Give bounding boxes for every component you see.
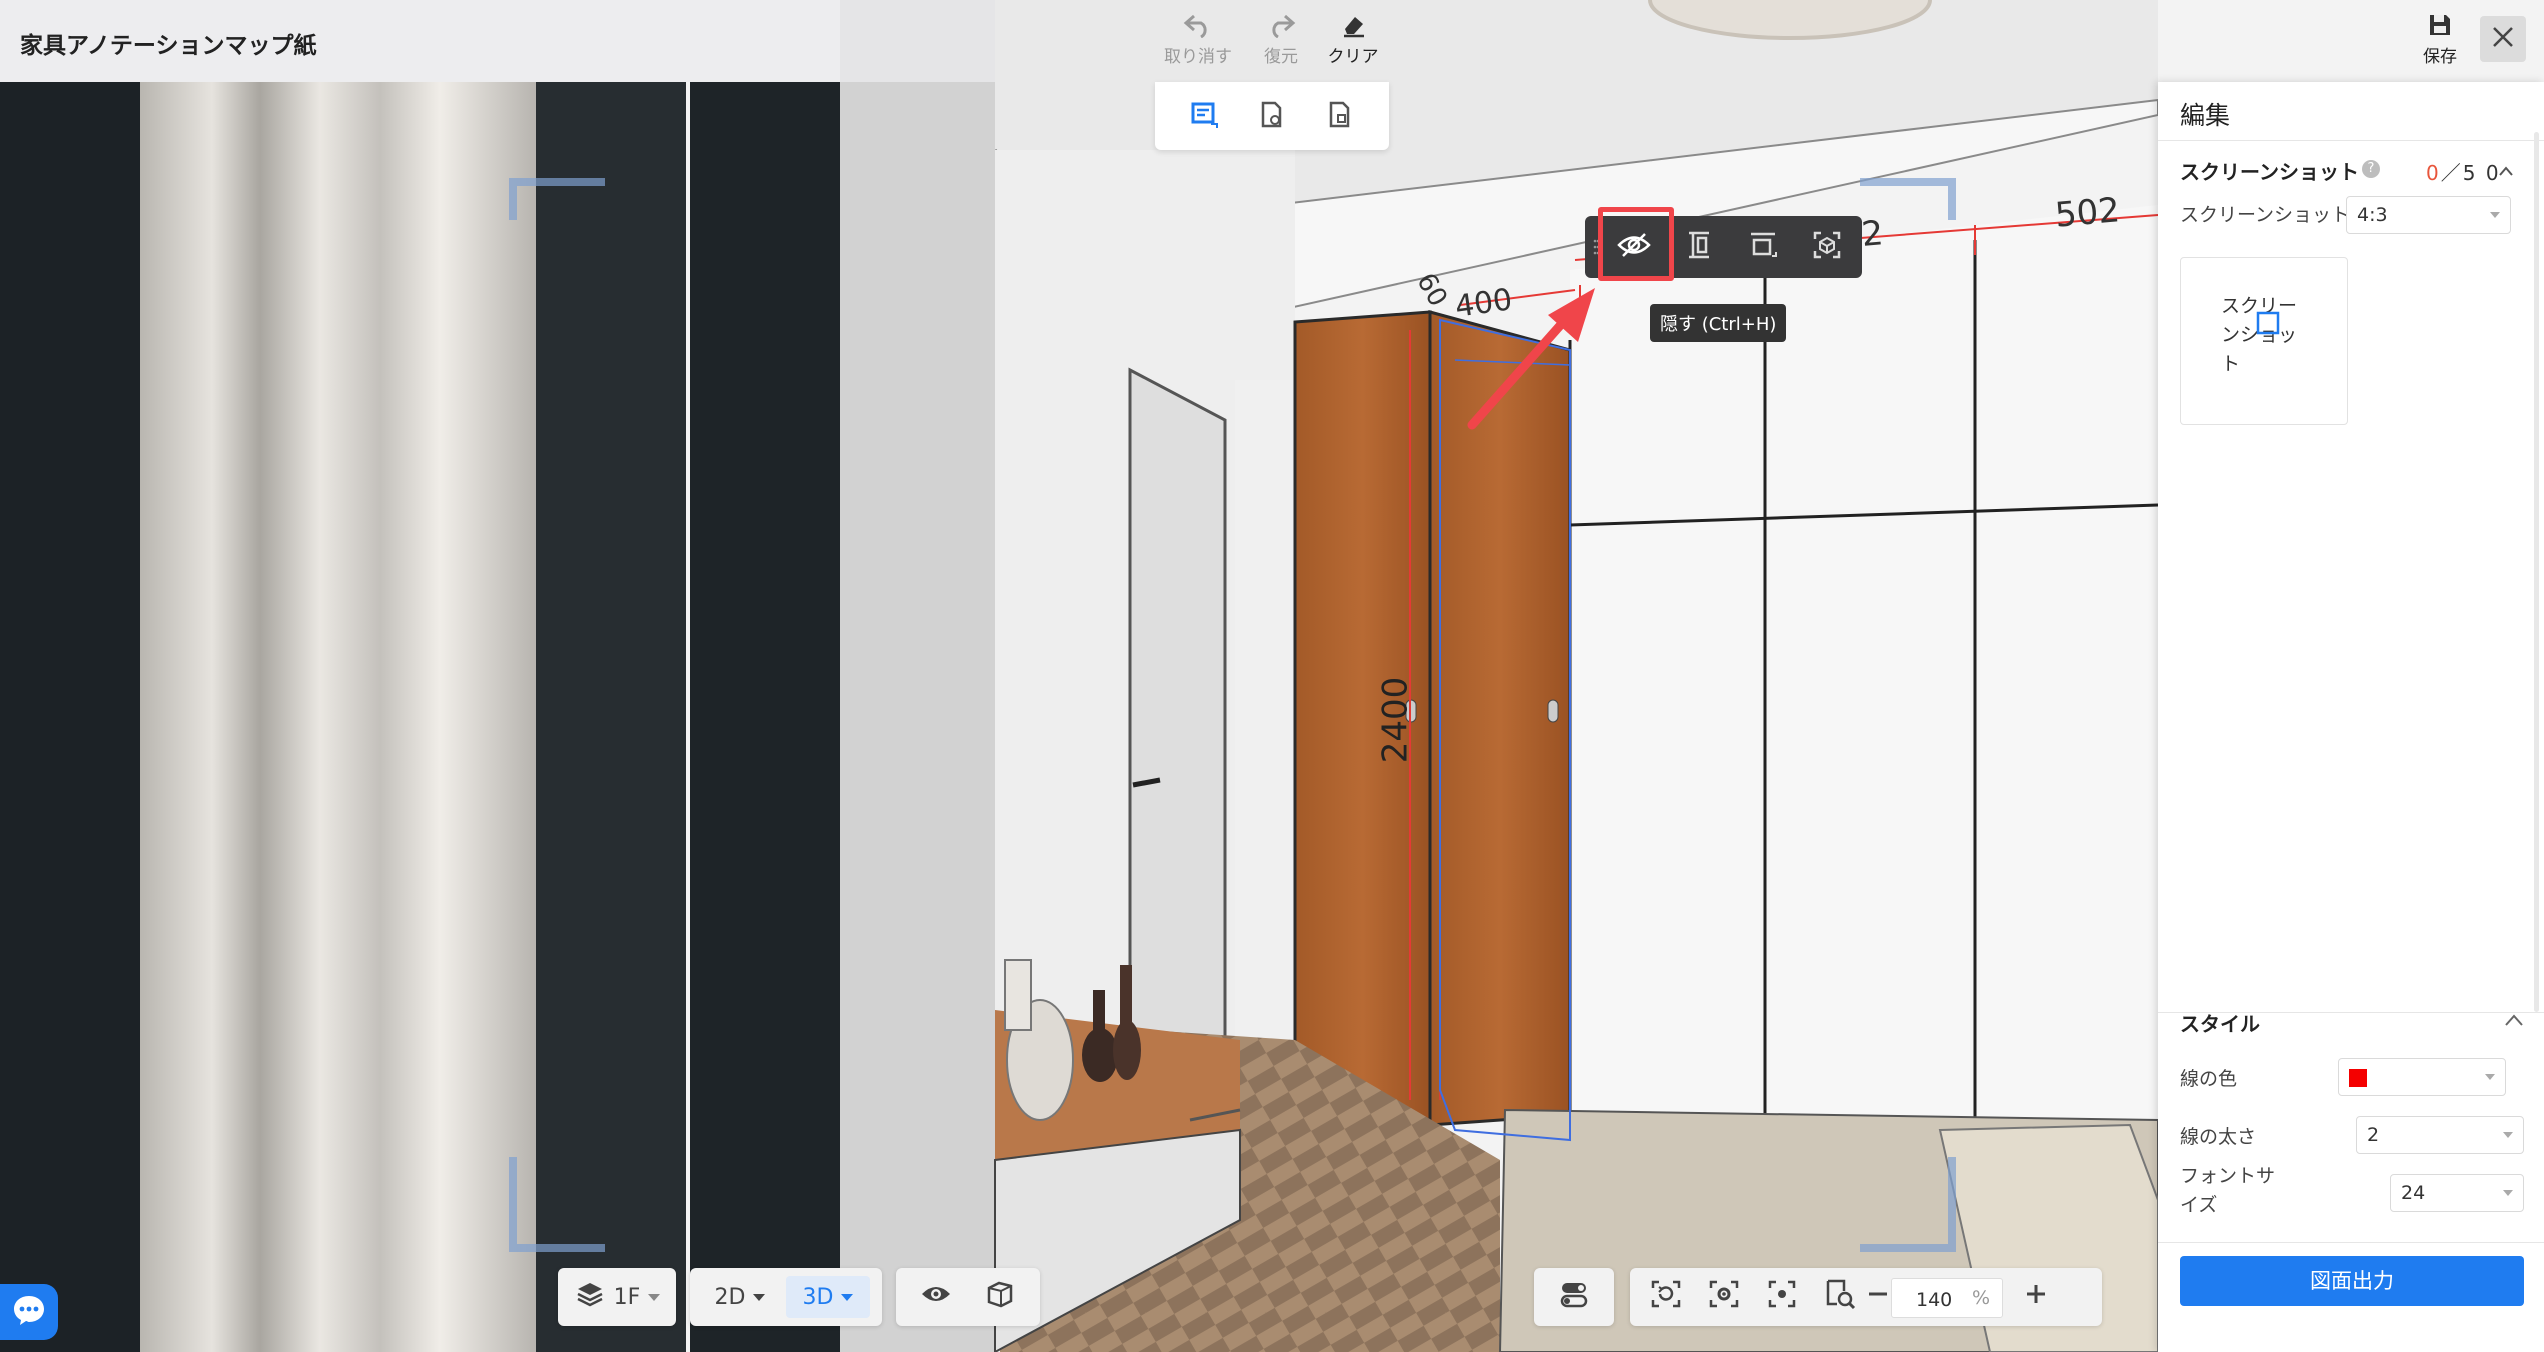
chevron-down-icon	[753, 1293, 766, 1301]
close-icon	[2491, 25, 2515, 53]
plus-icon	[2024, 1282, 2048, 1312]
vertical-dimension-button[interactable]	[1678, 226, 1720, 268]
style-collapse-chevron-icon[interactable]	[2504, 1012, 2524, 1031]
3d-model-button[interactable]	[972, 1268, 1028, 1326]
mode-2d-button[interactable]: 2D	[700, 1268, 780, 1326]
line-color-swatch	[2349, 1069, 2367, 1087]
top-bar: 家具アノテーションマップ紙 取り消す 復元 クリア 保存	[0, 0, 2544, 82]
hide-button-highlight-box	[1598, 207, 1674, 281]
zoom-document-icon	[1824, 1278, 1856, 1316]
chevron-down-icon	[2490, 212, 2500, 218]
hide-tooltip: 隠す (Ctrl+H)	[1650, 304, 1787, 342]
screenshot-count-current: 0	[2426, 161, 2441, 185]
screenshot-count-max: 5 0	[2462, 161, 2501, 185]
save-button[interactable]: 保存	[2395, 12, 2485, 67]
reset-view-button[interactable]	[1638, 1268, 1694, 1326]
text-annotation-icon	[1189, 100, 1219, 134]
dimension-mode-button[interactable]	[1255, 100, 1289, 134]
line-width-select[interactable]: 2	[2356, 1116, 2524, 1154]
zoom-in-button[interactable]	[2008, 1268, 2064, 1326]
chevron-down-icon	[2485, 1074, 2495, 1080]
3d-box-dimension-button[interactable]	[1806, 226, 1848, 268]
line-width-label: 線の太さ	[2180, 1126, 2257, 1148]
export-drawing-button[interactable]: 図面出力	[2180, 1256, 2524, 1306]
panel-scrollbar[interactable]	[2534, 132, 2539, 1012]
mode-3d-label: 3D	[802, 1284, 834, 1310]
settings-toggle-button[interactable]	[1546, 1268, 1602, 1326]
zoom-value: 140	[1916, 1289, 1953, 1311]
toggle-controls	[1534, 1268, 1614, 1326]
chat-support-button[interactable]	[0, 1284, 58, 1340]
screenshot-count: 0／5 0	[2426, 157, 2501, 186]
screenshot-ratio-value: 4:3	[2357, 204, 2388, 226]
view-mode-switch: 2D 3D	[690, 1268, 882, 1326]
export-divider	[2158, 1242, 2544, 1243]
edit-panel: 編集 スクリーンショット ? 0／5 0 スクリーンショット比率 4:3 スクリ…	[2158, 82, 2544, 1352]
line-width-value: 2	[2367, 1124, 2380, 1146]
save-icon	[2395, 12, 2485, 38]
text-annotation-mode-button[interactable]	[1187, 100, 1221, 134]
clear-label: クリア	[1327, 47, 1379, 67]
horizontal-dimension-button[interactable]	[1742, 226, 1784, 268]
screenshot-ratio-select[interactable]: 4:3	[2346, 196, 2511, 234]
font-size-label: フォントサイズ	[2180, 1165, 2276, 1216]
eraser-icon	[1308, 12, 1398, 38]
floor-dropdown[interactable]: 1F	[568, 1268, 668, 1326]
mode-3d-button[interactable]: 3D	[786, 1276, 870, 1318]
undo-icon	[1153, 12, 1243, 38]
app-title: 家具アノテーションマップ紙	[20, 33, 317, 59]
floor-label: 1F	[613, 1284, 641, 1310]
chevron-down-icon	[841, 1293, 854, 1301]
cube-focus-icon	[1812, 230, 1842, 264]
annotation-mode-bar	[1155, 82, 1389, 150]
screenshot-count-separator: ／	[2440, 161, 2463, 185]
font-size-value: 24	[2401, 1182, 2426, 1204]
chevron-up-icon[interactable]	[2498, 162, 2514, 181]
floor-selector[interactable]: 1F	[558, 1268, 676, 1326]
style-section-title: スタイル	[2180, 1012, 2260, 1036]
frame-gear-icon	[1708, 1279, 1740, 1315]
eye-icon	[920, 1283, 952, 1311]
zoom-input[interactable]: 140 %	[1891, 1278, 2003, 1318]
dimension-label-502: 502	[2053, 190, 2122, 236]
cube-icon	[985, 1279, 1015, 1315]
chevron-down-icon	[2503, 1132, 2513, 1138]
redo-label: 復元	[1264, 47, 1298, 67]
chevron-down-icon	[2503, 1190, 2513, 1196]
zoom-unit: %	[1971, 1287, 1990, 1309]
view-settings-button[interactable]	[1696, 1268, 1752, 1326]
close-button[interactable]	[2480, 16, 2526, 62]
panel-title-divider	[2158, 140, 2544, 141]
clear-button[interactable]: クリア	[1308, 12, 1398, 67]
font-size-select[interactable]: 24	[2390, 1174, 2524, 1212]
line-color-label: 線の色	[2180, 1068, 2238, 1090]
display-controls	[896, 1268, 1040, 1326]
save-label: 保存	[2423, 47, 2457, 67]
line-color-select[interactable]	[2338, 1058, 2506, 1096]
focus-icon	[1767, 1279, 1797, 1315]
view-zoom-controls: 140 %	[1630, 1268, 2102, 1326]
dimension-label-2400: 2400	[1375, 676, 1416, 764]
chat-bubble-icon	[11, 1293, 47, 1331]
layers-icon	[576, 1280, 604, 1314]
chevron-down-icon	[648, 1293, 661, 1301]
vertical-dimension-icon	[1684, 230, 1714, 264]
horizontal-dimension-icon	[1748, 230, 1778, 264]
document-material-icon	[1325, 100, 1355, 134]
material-mode-button[interactable]	[1323, 100, 1357, 134]
focus-center-button[interactable]	[1754, 1268, 1810, 1326]
add-screenshot-card[interactable]: スクリーンショット	[2180, 257, 2348, 425]
undo-button[interactable]: 取り消す	[1153, 12, 1243, 67]
document-dimension-icon	[1257, 100, 1287, 134]
help-icon[interactable]: ?	[2362, 160, 2380, 178]
mode-2d-label: 2D	[714, 1284, 746, 1310]
undo-label: 取り消す	[1164, 47, 1232, 67]
toggle-icon	[1559, 1279, 1589, 1315]
panel-title: 編集	[2180, 101, 2231, 130]
minus-icon	[1866, 1282, 1890, 1312]
screenshot-section-title: スクリーンショット	[2180, 160, 2359, 184]
screenshot-frame-icon	[2255, 310, 2281, 340]
visibility-button[interactable]	[908, 1268, 964, 1326]
refresh-frame-icon	[1650, 1279, 1682, 1315]
